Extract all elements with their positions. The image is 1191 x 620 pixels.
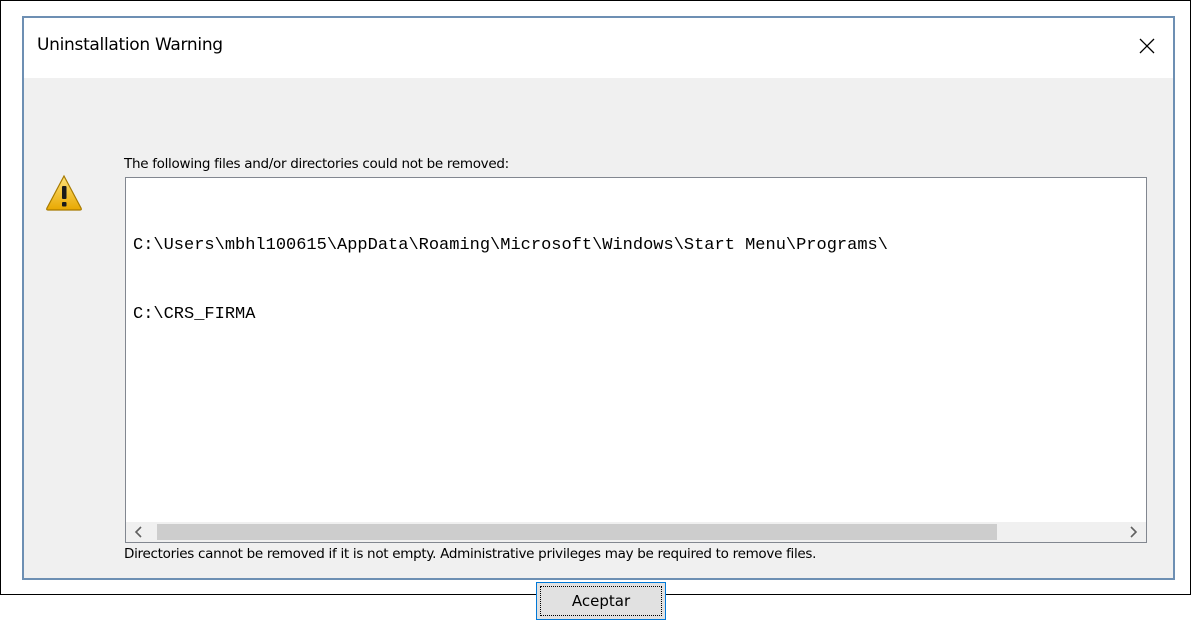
dialog-title: Uninstallation Warning xyxy=(37,35,223,55)
message-bottom: Directories cannot be removed if it is n… xyxy=(124,546,817,562)
ok-button[interactable]: Aceptar xyxy=(536,582,666,620)
file-list: C:\Users\mbhl100615\AppData\Roaming\Micr… xyxy=(133,188,1146,372)
list-item[interactable]: C:\Users\mbhl100615\AppData\Roaming\Micr… xyxy=(133,234,1146,257)
chevron-left-icon xyxy=(134,526,142,538)
page-frame: Uninstallation Warning The following fil… xyxy=(0,0,1191,620)
failed-files-listbox[interactable]: C:\Users\mbhl100615\AppData\Roaming\Micr… xyxy=(125,177,1147,543)
close-button[interactable] xyxy=(1127,26,1167,66)
dialog-client-area: The following files and/or directories c… xyxy=(24,78,1173,620)
close-icon xyxy=(1139,38,1155,54)
message-top: The following files and/or directories c… xyxy=(124,156,509,172)
chevron-right-icon xyxy=(1130,526,1138,538)
uninstallation-warning-dialog: Uninstallation Warning The following fil… xyxy=(22,16,1175,620)
warning-triangle-icon xyxy=(46,174,82,211)
horizontal-scrollbar[interactable] xyxy=(126,522,1146,542)
title-bar[interactable]: Uninstallation Warning xyxy=(24,18,1173,78)
scroll-thumb[interactable] xyxy=(157,524,997,540)
list-item[interactable]: C:\CRS_FIRMA xyxy=(133,303,1146,326)
scroll-left-button[interactable] xyxy=(128,522,150,542)
scroll-right-button[interactable] xyxy=(1122,522,1144,542)
